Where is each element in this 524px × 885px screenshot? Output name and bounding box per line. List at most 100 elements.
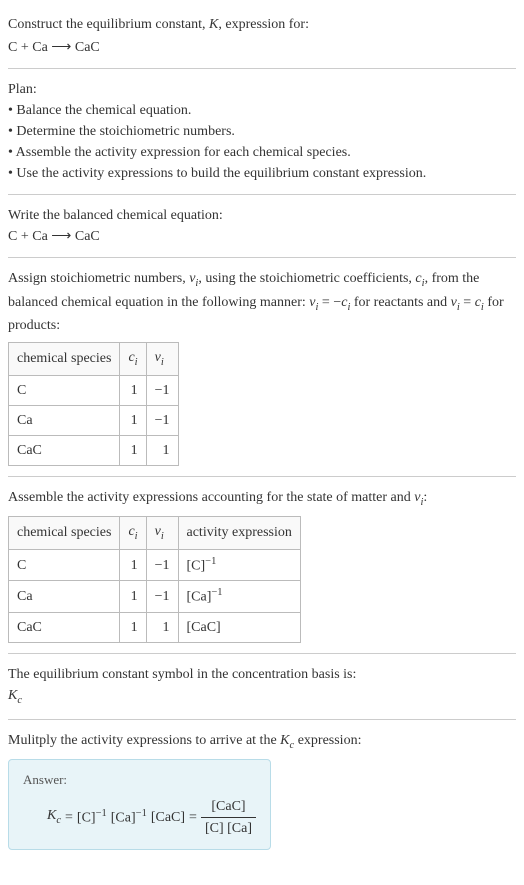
intro-text: Assign stoichiometric numbers,	[8, 271, 189, 286]
symbol-section: The equilibrium constant symbol in the c…	[8, 658, 516, 715]
cell-expr: [C]−1	[178, 549, 300, 581]
sub-i: i	[161, 357, 164, 368]
answer-box: Answer: Kc = [C]−1 [Ca]−1 [CaC] = [CaC] …	[8, 759, 271, 850]
expr-base: [Ca]	[187, 590, 212, 605]
sub-i: i	[135, 357, 138, 368]
plan-item: Assemble the activity expression for eac…	[8, 142, 516, 163]
cell-ci: 1	[120, 375, 146, 405]
activity-section: Assemble the activity expressions accoun…	[8, 481, 516, 649]
table-row: Ca 1 −1	[9, 405, 179, 435]
col-expr: activity expression	[178, 517, 300, 550]
answer-label: Answer:	[23, 770, 256, 790]
eq: =	[65, 807, 73, 828]
expr-sup: −1	[205, 556, 216, 567]
K: K	[47, 808, 56, 823]
title-text: :	[423, 490, 427, 505]
cell-nui: −1	[146, 581, 178, 613]
divider	[8, 257, 516, 258]
title-text: Assemble the activity expressions accoun…	[8, 490, 414, 505]
cell-ci: 1	[120, 435, 146, 465]
expr-sup: −1	[211, 587, 222, 598]
col-species: chemical species	[9, 517, 120, 550]
stoich-section: Assign stoichiometric numbers, νi , using…	[8, 262, 516, 472]
col-nui: νi	[146, 343, 178, 376]
frac-num: [CaC]	[201, 796, 256, 818]
header-title: Construct the equilibrium constant, K, e…	[8, 14, 516, 35]
cell-ci: 1	[120, 581, 146, 613]
multiply-section: Mulitply the activity expressions to arr…	[8, 724, 516, 856]
answer-expression: Kc = [C]−1 [Ca]−1 [CaC] = [CaC] [C] [Ca]	[23, 796, 256, 839]
cell-species: Ca	[9, 405, 120, 435]
t1-sup: −1	[96, 808, 107, 819]
cell-species: C	[9, 375, 120, 405]
kc-lhs: Kc	[47, 805, 61, 829]
divider	[8, 653, 516, 654]
activity-title: Assemble the activity expressions accoun…	[8, 487, 516, 511]
rule-prod: =	[460, 295, 475, 310]
title-text-b: , expression for:	[218, 17, 309, 32]
eq: =	[189, 807, 197, 828]
intro-text: , using the stoichiometric coefficients,	[198, 271, 415, 286]
cell-ci: 1	[120, 613, 146, 643]
term3: [CaC]	[151, 807, 185, 828]
cell-nui: −1	[146, 405, 178, 435]
balanced-equation: C + Ca ⟶ CaC	[8, 226, 516, 247]
col-ci: ci	[120, 517, 146, 550]
header-equation: C + Ca ⟶ CaC	[8, 37, 516, 58]
cell-species: Ca	[9, 581, 120, 613]
divider	[8, 194, 516, 195]
t2-base: [Ca]	[111, 810, 136, 825]
col-nui: νi	[146, 517, 178, 550]
activity-table: chemical species ci νi activity expressi…	[8, 516, 301, 643]
sub-c: c	[56, 815, 61, 826]
plan-section: Plan: Balance the chemical equation. Det…	[8, 73, 516, 190]
multiply-title: Mulitply the activity expressions to arr…	[8, 730, 516, 754]
frac-den: [C] [Ca]	[201, 818, 256, 839]
cell-nui: 1	[146, 435, 178, 465]
rule-react: = −	[318, 295, 341, 310]
cell-nui: 1	[146, 613, 178, 643]
table-header-row: chemical species ci νi	[9, 343, 179, 376]
plan-item: Use the activity expressions to build th…	[8, 163, 516, 184]
sub-i: i	[135, 531, 138, 542]
stoich-intro: Assign stoichiometric numbers, νi, using…	[8, 268, 516, 336]
fraction: [CaC] [C] [Ca]	[201, 796, 256, 839]
cell-ci: 1	[120, 405, 146, 435]
table-row: CaC 1 1 [CaC]	[9, 613, 301, 643]
intro-text: for reactants and	[350, 295, 450, 310]
K: K	[280, 733, 289, 748]
title-text: Mulitply the activity expressions to arr…	[8, 733, 280, 748]
plan-title: Plan:	[8, 79, 516, 100]
plan-item: Determine the stoichiometric numbers.	[8, 121, 516, 142]
sub-i: i	[161, 531, 164, 542]
cell-expr: [CaC]	[178, 613, 300, 643]
title-text-a: Construct the equilibrium constant,	[8, 17, 209, 32]
title-K: K	[209, 17, 218, 32]
cell-expr: [Ca]−1	[178, 581, 300, 613]
cell-ci: 1	[120, 549, 146, 581]
header-section: Construct the equilibrium constant, K, e…	[8, 8, 516, 64]
term2: [Ca]−1	[111, 806, 147, 829]
plan-item: Balance the chemical equation.	[8, 100, 516, 121]
plan-list: Balance the chemical equation. Determine…	[8, 100, 516, 184]
table-row: CaC 1 1	[9, 435, 179, 465]
title-text: expression:	[294, 733, 361, 748]
cell-nui: −1	[146, 549, 178, 581]
cell-species: CaC	[9, 613, 120, 643]
balanced-section: Write the balanced chemical equation: C …	[8, 199, 516, 253]
expr-base: [CaC]	[187, 620, 221, 635]
symbol-kc: Kc	[8, 685, 516, 709]
balanced-title: Write the balanced chemical equation:	[8, 205, 516, 226]
col-species: chemical species	[9, 343, 120, 376]
divider	[8, 476, 516, 477]
symbol-title: The equilibrium constant symbol in the c…	[8, 664, 516, 685]
sub-c: c	[17, 695, 22, 706]
divider	[8, 68, 516, 69]
cell-species: C	[9, 549, 120, 581]
t1-base: [C]	[77, 810, 96, 825]
table-row: Ca 1 −1 [Ca]−1	[9, 581, 301, 613]
t2-sup: −1	[136, 808, 147, 819]
K: K	[8, 688, 17, 703]
divider	[8, 719, 516, 720]
table-row: C 1 −1 [C]−1	[9, 549, 301, 581]
